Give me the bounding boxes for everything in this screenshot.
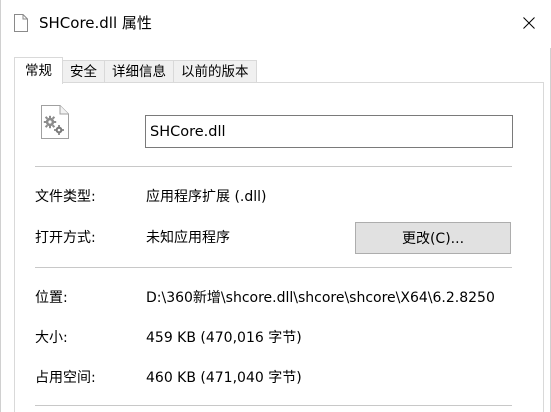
separator: [35, 405, 512, 406]
opens-with-value: 未知应用程序: [146, 230, 230, 246]
close-icon: [523, 17, 535, 29]
file-icon: [14, 14, 28, 32]
properties-dialog: SHCore.dll 属性 常规 安全 详细信息 以前的版本 SHCore.dl…: [0, 0, 551, 412]
size-value: 459 KB (470,016 字节): [146, 330, 302, 346]
file-name-input[interactable]: [145, 115, 513, 148]
tab-strip: 常规 安全 详细信息 以前的版本: [14, 57, 257, 84]
tab-details[interactable]: 详细信息: [104, 60, 174, 83]
file-type-value: 应用程序扩展 (.dll): [146, 189, 267, 205]
file-type-label: 文件类型:: [35, 189, 96, 205]
size-on-disk-value: 460 KB (471,040 字节): [146, 370, 302, 386]
separator: [35, 166, 512, 167]
tab-security[interactable]: 安全: [62, 60, 105, 83]
location-label: 位置:: [35, 290, 68, 306]
title-bar[interactable]: SHCore.dll 属性: [1, 0, 551, 48]
size-on-disk-label: 占用空间:: [35, 370, 96, 386]
change-button[interactable]: 更改(C)...: [355, 222, 511, 254]
tab-general[interactable]: 常规: [14, 57, 63, 84]
tab-previous-versions[interactable]: 以前的版本: [173, 60, 257, 83]
dll-file-gear-icon: [41, 105, 69, 139]
separator: [35, 267, 512, 268]
window-title: SHCore.dll 属性: [39, 14, 152, 32]
opens-with-label: 打开方式:: [35, 230, 96, 246]
close-button[interactable]: [506, 0, 551, 46]
size-label: 大小:: [35, 330, 68, 346]
location-value: D:\360新增\shcore.dll\shcore\shcore\X64\6.…: [146, 290, 495, 306]
